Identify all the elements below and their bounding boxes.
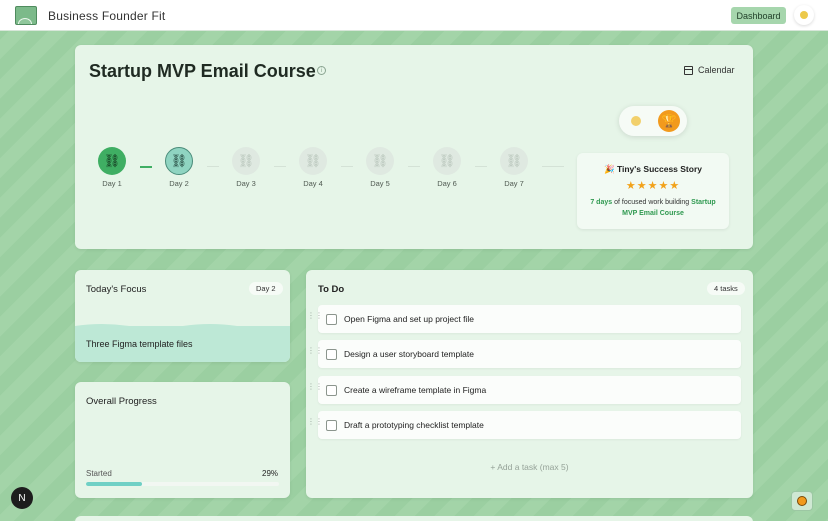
timeline-connector [274, 166, 286, 167]
calendar-button[interactable]: Calendar [684, 65, 735, 75]
rating-stars: ★★★★★ [577, 179, 729, 192]
progress-title: Overall Progress [86, 396, 157, 407]
calendar-icon [684, 65, 693, 75]
mode-toggle[interactable]: 🏆 [619, 106, 687, 136]
success-story-text: 7 days of focused work building Startup … [590, 199, 716, 217]
day-label: Day 7 [504, 179, 524, 188]
brand-name[interactable]: Business Founder Fit [48, 9, 165, 23]
top-bar: Business Founder Fit Dashboard [0, 0, 828, 31]
star-icon: ★ [669, 180, 681, 192]
drag-handle-icon[interactable]: ⋮⋮ [307, 383, 323, 391]
sun-icon [800, 11, 808, 19]
success-story-title: 🎉 Tiny's Success Story [604, 164, 702, 174]
n-floating-button[interactable]: N [11, 487, 33, 509]
task-item[interactable]: ⋮⋮ Design a user storyboard template [307, 340, 741, 368]
drag-handle-icon[interactable]: ⋮⋮ [307, 312, 323, 320]
success-story-card: 🎉 Tiny's Success Story ★★★★★ 7 days of f… [577, 153, 729, 229]
todo-title: To Do [318, 284, 345, 295]
timeline-connector [140, 166, 152, 168]
progress-status-label: Started [86, 469, 112, 478]
day-6-node[interactable]: ⛓ Day 6 [427, 147, 467, 188]
coin-icon [797, 496, 807, 506]
task-text: Design a user storyboard template [344, 349, 474, 359]
chain-link-icon: ⛓ [232, 147, 260, 175]
overall-progress-card: Overall Progress Started 29% [75, 382, 290, 498]
next-section-card [75, 516, 753, 521]
day-1-node[interactable]: ⛓ Day 1 [92, 147, 132, 188]
chain-link-icon: ⛓ [366, 147, 394, 175]
star-icon: ★ [647, 180, 659, 192]
star-icon: ★ [658, 180, 670, 192]
todays-focus-card: Today's Focus Day 2 Three Figma template… [75, 270, 290, 362]
chain-link-icon: ⛓ [500, 147, 528, 175]
day-3-node[interactable]: ⛓ Day 3 [226, 147, 266, 188]
day-label: Day 4 [303, 179, 323, 188]
task-item[interactable]: ⋮⋮ Create a wireframe template in Figma [307, 376, 741, 404]
chain-link-icon: ⛓ [165, 147, 193, 175]
progress-bar [86, 482, 279, 486]
task-item[interactable]: ⋮⋮ Open Figma and set up project file [307, 305, 741, 333]
task-checkbox[interactable] [326, 385, 337, 396]
task-checkbox[interactable] [326, 420, 337, 431]
day-label: Day 3 [236, 179, 256, 188]
task-text: Open Figma and set up project file [344, 314, 474, 324]
timeline-connector [341, 166, 353, 167]
day-label: Day 6 [437, 179, 457, 188]
timeline-connector [408, 166, 420, 167]
focus-day-badge: Day 2 [249, 282, 283, 295]
brand-logo-icon[interactable] [15, 6, 37, 25]
task-item[interactable]: ⋮⋮ Draft a prototyping checklist templat… [307, 411, 741, 439]
day-label: Day 1 [102, 179, 122, 188]
timeline-connector [475, 166, 487, 167]
progress-bar-fill [86, 482, 142, 486]
star-icon: ★ [636, 180, 648, 192]
chain-link-icon: ⛓ [98, 147, 126, 175]
course-hero-card: Startup MVP Email Course i Calendar ⛓ Da… [75, 45, 753, 249]
task-checkbox[interactable] [326, 314, 337, 325]
course-title: Startup MVP Email Course [89, 61, 316, 81]
wave-divider [75, 324, 290, 330]
day-2-node[interactable]: ⛓ Day 2 [159, 147, 199, 188]
info-icon[interactable]: i [317, 66, 326, 75]
focus-title: Today's Focus [86, 284, 147, 295]
sun-icon [631, 116, 641, 126]
day-label: Day 2 [169, 179, 189, 188]
trophy-icon: 🏆 [658, 110, 680, 132]
theme-toggle-button[interactable] [794, 5, 814, 25]
timeline-connector [542, 166, 564, 167]
dashboard-button[interactable]: Dashboard [731, 7, 786, 24]
task-text: Create a wireframe template in Figma [344, 385, 487, 395]
task-checkbox[interactable] [326, 349, 337, 360]
focus-item-text: Three Figma template files [86, 339, 193, 349]
chain-link-icon: ⛓ [299, 147, 327, 175]
timeline-connector [207, 166, 219, 167]
day-label: Day 5 [370, 179, 390, 188]
progress-percent: 29% [262, 469, 279, 478]
day-4-node[interactable]: ⛓ Day 4 [293, 147, 333, 188]
drag-handle-icon[interactable]: ⋮⋮ [307, 347, 323, 355]
todo-card: To Do 4 tasks ⋮⋮ Open Figma and set up p… [306, 270, 753, 498]
corner-action-button[interactable] [791, 491, 813, 511]
task-count-badge: 4 tasks [707, 282, 745, 295]
calendar-label: Calendar [698, 65, 735, 75]
party-popper-icon: 🎉 [604, 164, 615, 174]
add-task-button[interactable]: + Add a task (max 5) [306, 462, 753, 472]
drag-handle-icon[interactable]: ⋮⋮ [307, 418, 323, 426]
day-5-node[interactable]: ⛓ Day 5 [360, 147, 400, 188]
task-text: Draft a prototyping checklist template [344, 420, 484, 430]
chain-link-icon: ⛓ [433, 147, 461, 175]
day-7-node[interactable]: ⛓ Day 7 [494, 147, 534, 188]
star-icon: ★ [625, 180, 637, 192]
